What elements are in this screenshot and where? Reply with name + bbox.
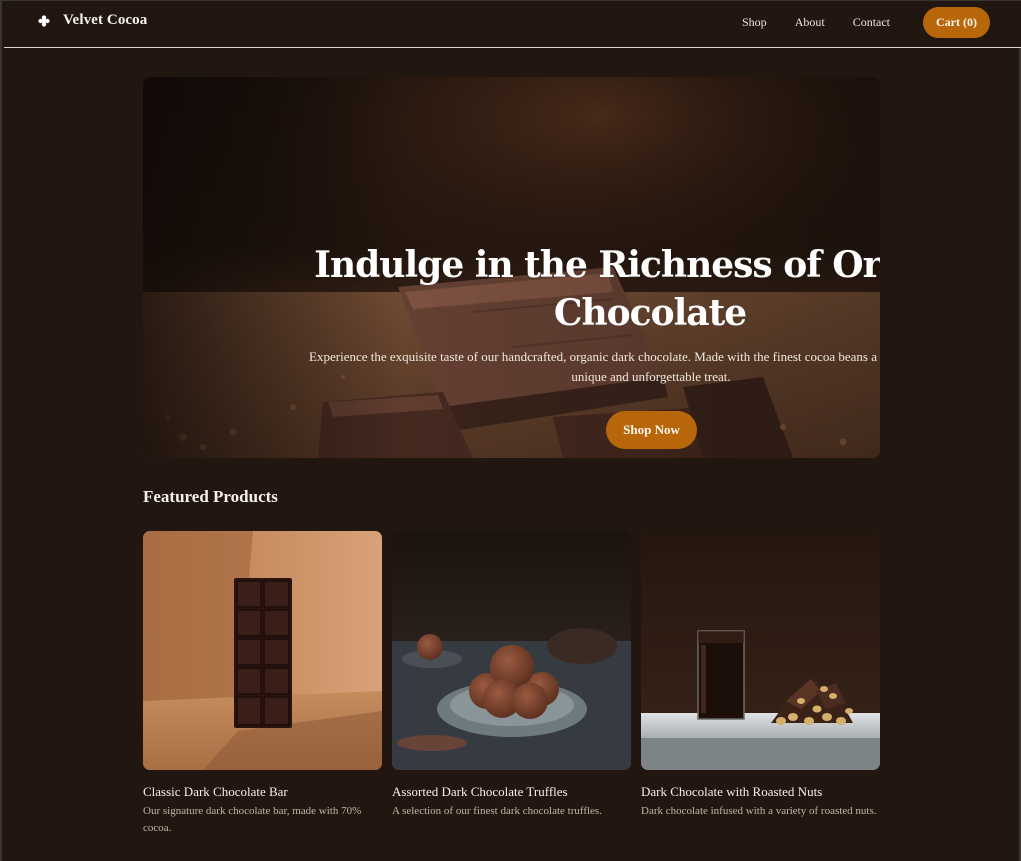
chocolate-nuts-image[interactable] [641, 531, 880, 770]
product-name[interactable]: Assorted Dark Chocolate Truffles [392, 784, 631, 800]
flower-icon [38, 14, 50, 27]
product-card[interactable]: Assorted Dark Chocolate Truffles A selec… [392, 531, 631, 820]
product-description: Dark chocolate infused with a variety of… [641, 805, 877, 817]
product-name[interactable]: Dark Chocolate with Roasted Nuts [641, 784, 880, 800]
product-description: A selection of our finest dark chocolate… [392, 805, 602, 817]
hero-title: Indulge in the Richness of Organic Choco… [314, 244, 880, 334]
chocolate-bar-image[interactable] [143, 531, 382, 770]
product-card[interactable]: Dark Chocolate with Roasted Nuts Dark ch… [641, 531, 880, 820]
brand[interactable]: Velvet Cocoa [38, 12, 147, 29]
nav-about-link[interactable]: About [795, 15, 825, 30]
shop-now-button[interactable]: Shop Now [606, 411, 697, 449]
brand-name: Velvet Cocoa [63, 12, 148, 28]
hero-banner: Indulge in the Richness of Organic Choco… [143, 77, 880, 458]
site-header: Velvet Cocoa Shop About Contact Cart (0) [4, 1, 1021, 48]
product-name[interactable]: Classic Dark Chocolate Bar [143, 784, 382, 800]
nav-shop-link[interactable]: Shop [742, 15, 767, 30]
nav-contact-link[interactable]: Contact [853, 15, 890, 30]
main-nav: Shop About Contact [742, 15, 890, 30]
featured-products-heading: Featured Products [143, 487, 278, 506]
product-description: Our signature dark chocolate bar, made w… [143, 805, 362, 834]
cart-button[interactable]: Cart (0) [923, 7, 990, 38]
product-card[interactable]: Classic Dark Chocolate Bar Our signature… [143, 531, 382, 837]
page: Velvet Cocoa Shop About Contact Cart (0) [0, 0, 1021, 861]
truffles-image[interactable] [392, 531, 631, 770]
hero-subtitle: Experience the exquisite taste of our ha… [309, 349, 880, 384]
